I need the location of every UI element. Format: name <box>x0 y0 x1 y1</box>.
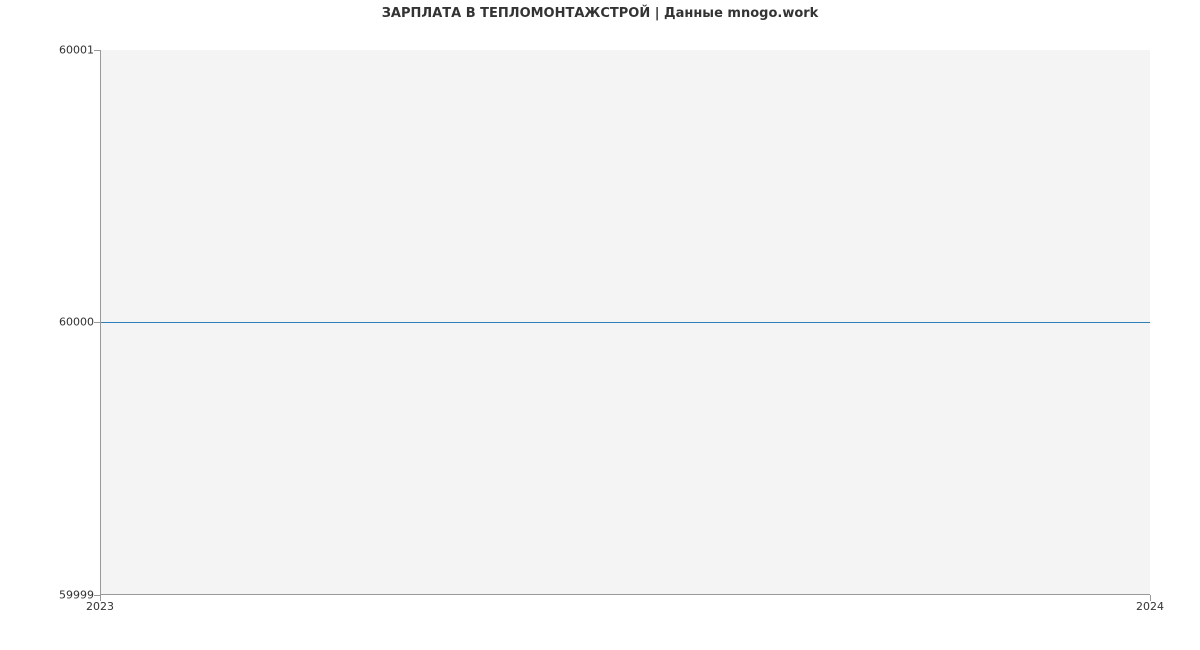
x-tick-mark <box>1150 595 1151 601</box>
y-tick-label: 59999 <box>4 589 94 602</box>
x-tick-mark <box>100 595 101 601</box>
data-line <box>101 322 1150 323</box>
chart-title: ЗАРПЛАТА В ТЕПЛОМОНТАЖСТРОЙ | Данные mno… <box>0 6 1200 21</box>
chart-container: ЗАРПЛАТА В ТЕПЛОМОНТАЖСТРОЙ | Данные mno… <box>0 0 1200 650</box>
plot-area <box>100 50 1150 595</box>
y-tick-label: 60000 <box>4 316 94 329</box>
x-tick-label: 2024 <box>1136 600 1164 613</box>
y-tick-label: 60001 <box>4 44 94 57</box>
x-tick-label: 2023 <box>86 600 114 613</box>
